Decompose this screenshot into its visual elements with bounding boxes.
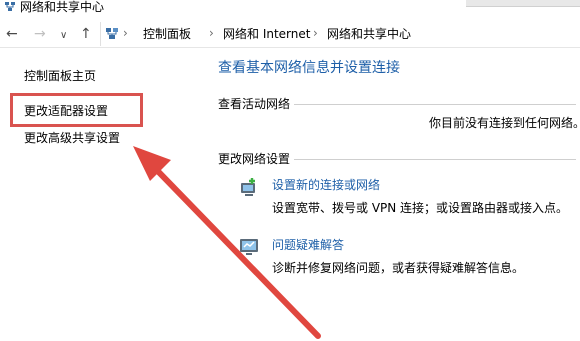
control-panel-icon [106, 28, 118, 39]
setup-new-connection-link[interactable]: 设置新的连接或网络 [272, 178, 380, 192]
network-setup-icon [241, 178, 255, 196]
troubleshoot-link[interactable]: 问题疑难解答 [272, 238, 344, 252]
annotation-arrow [133, 146, 321, 339]
network-center-icon [5, 2, 15, 11]
breadcrumb-network-sharing-center[interactable]: 网络和共享中心 [327, 27, 411, 41]
address-row: ← → ∨ ↑ › 控制面板 › 网络和 Internet › 网络和共享中心 [0, 22, 580, 46]
breadcrumb-separator: › [313, 26, 318, 40]
no-network-status: 你目前没有连接到任何网络。 [429, 116, 580, 130]
troubleshoot-icon [240, 239, 258, 255]
address-bar[interactable]: › 控制面板 › 网络和 Internet › 网络和共享中心 [100, 22, 580, 46]
up-button[interactable]: ↑ [80, 26, 92, 42]
setup-new-connection-desc: 设置宽带、拨号或 VPN 连接；或设置路由器或接入点。 [272, 201, 569, 215]
breadcrumb-control-panel[interactable]: 控制面板 [143, 27, 191, 41]
forward-button[interactable]: → [34, 26, 46, 42]
breadcrumb-separator: › [123, 26, 128, 40]
troubleshoot-desc: 诊断并修复网络问题，或者获得疑难解答信息。 [272, 261, 525, 275]
breadcrumb-separator: › [209, 26, 214, 40]
title-bar: 网络和共享中心 [0, 0, 580, 20]
section-divider [294, 159, 576, 160]
change-settings-label: 更改网络设置 [218, 152, 291, 166]
page-title: 查看基本网络信息并设置连接 [218, 60, 400, 76]
back-button[interactable]: ← [6, 26, 18, 42]
active-networks-label: 查看活动网络 [218, 97, 291, 111]
annotation-highlight-box [10, 93, 143, 127]
sidebar-item-advanced-sharing-settings[interactable]: 更改高级共享设置 [24, 131, 120, 145]
sidebar-item-control-panel-home[interactable]: 控制面板主页 [24, 69, 96, 83]
window-title: 网络和共享中心 [20, 0, 105, 14]
breadcrumb-network-internet[interactable]: 网络和 Internet [223, 27, 310, 41]
recent-locations-button[interactable]: ∨ [60, 28, 67, 44]
section-divider [294, 104, 576, 105]
address-divider [0, 47, 580, 48]
window-controls[interactable] [466, 0, 580, 7]
